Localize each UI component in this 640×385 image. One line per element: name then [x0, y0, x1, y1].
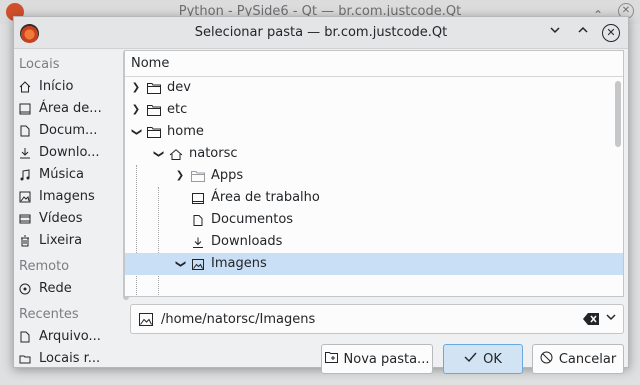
tree-row-label: Apps	[211, 168, 244, 183]
chevron-down-icon[interactable]	[605, 311, 617, 326]
cancel-button[interactable]: Cancelar	[532, 344, 624, 374]
image-icon	[19, 191, 31, 203]
image-icon	[139, 312, 153, 326]
folder-icon	[147, 82, 161, 94]
tree-row-area-de-trabalho[interactable]: Área de trabalho	[125, 187, 623, 209]
tree-row-etc[interactable]: ❯ etc	[125, 99, 623, 121]
desktop-icon	[192, 192, 204, 204]
path-combobox[interactable]	[130, 304, 624, 334]
tree-row-label: Documentos	[211, 212, 294, 227]
tree-row-documentos[interactable]: Documentos	[125, 209, 623, 231]
chevron-down-icon[interactable]: ❯	[147, 147, 169, 161]
dialog-title: Selecionar pasta — br.com.justcode.Qt	[194, 25, 448, 40]
sidebar-item-label: Rede	[39, 281, 72, 296]
clear-text-icon[interactable]	[583, 313, 599, 325]
tree-row-label: natorsc	[189, 146, 238, 161]
dialog-titlebar: Selecionar pasta — br.com.justcode.Qt ✕	[14, 17, 628, 49]
chevron-down-icon[interactable]: ❯	[169, 257, 191, 271]
sidebar-item-label: Lixeira	[39, 233, 83, 248]
tree-scrollbar-thumb[interactable]	[615, 81, 621, 147]
sidebar-item-label: Início	[39, 79, 74, 94]
sidebar-item-videos[interactable]: Vídeos	[19, 208, 122, 230]
sidebar-item-arquivos-recentes[interactable]: Arquivo...	[19, 326, 122, 348]
documents-icon	[19, 125, 31, 137]
sidebar-item-documentos[interactable]: Docum...	[19, 120, 122, 142]
ok-label: OK	[483, 351, 502, 367]
cancel-label: Cancelar	[558, 351, 617, 367]
tree-row-label: etc	[167, 102, 188, 117]
tree-row-label: Downloads	[211, 234, 283, 249]
sidebar-item-downloads[interactable]: Downlo...	[19, 142, 122, 164]
music-icon	[19, 169, 31, 181]
sidebar-section-remoto: Remoto	[19, 259, 70, 274]
sidebar-section-locais: Locais	[19, 57, 60, 72]
folder-tree: Nome ❯ dev ❯ etc ❯ home ❯ natorsc ❯ Apps	[124, 50, 624, 297]
sidebar-item-locais-recentes[interactable]: Locais r...	[19, 348, 122, 368]
sidebar-item-label: Imagens	[39, 189, 95, 204]
image-icon	[192, 258, 204, 270]
column-header-nome[interactable]: Nome	[125, 51, 623, 77]
chevron-up-icon	[578, 26, 588, 33]
path-input[interactable]	[161, 311, 561, 327]
tree-row-apps[interactable]: ❯ Apps	[125, 165, 623, 187]
folder-icon	[147, 126, 161, 138]
desktop-icon	[19, 103, 31, 115]
sidebar-section-recentes: Recentes	[19, 307, 79, 322]
sidebar-item-rede[interactable]: Rede	[19, 278, 122, 300]
tree-row-home[interactable]: ❯ home	[125, 121, 623, 143]
tree-row-imagens[interactable]: ❯ Imagens	[125, 253, 623, 275]
chevron-right-icon[interactable]: ❯	[173, 165, 187, 187]
checkmark-icon	[464, 351, 477, 367]
tree-row-label: dev	[167, 80, 191, 95]
trash-icon	[19, 235, 31, 247]
select-folder-dialog: Selecionar pasta — br.com.justcode.Qt ✕ …	[13, 16, 629, 374]
close-button[interactable]: ✕	[602, 24, 620, 42]
sidebar-item-musica[interactable]: Música	[19, 164, 122, 186]
maximize-button[interactable]	[574, 24, 592, 42]
sidebar-item-label: Vídeos	[39, 211, 83, 226]
tree-row-dev[interactable]: ❯ dev	[125, 77, 623, 99]
recent-file-icon	[19, 331, 31, 343]
sidebar-item-label: Downlo...	[39, 145, 100, 160]
recent-location-icon	[19, 353, 31, 365]
cancel-icon	[540, 351, 553, 368]
chevron-right-icon[interactable]: ❯	[129, 99, 143, 121]
new-folder-label: Nova pasta...	[343, 351, 430, 367]
sidebar-item-imagens[interactable]: Imagens	[19, 186, 122, 208]
chevron-down-icon	[550, 27, 560, 34]
new-folder-button[interactable]: Nova pasta...	[321, 344, 433, 374]
sidebar-item-area-de-trabalho[interactable]: Área de...	[19, 98, 122, 120]
ok-button[interactable]: OK	[443, 344, 523, 374]
tree-row-natorsc[interactable]: ❯ natorsc	[125, 143, 623, 165]
tree-row-label: home	[167, 124, 204, 139]
home-icon	[19, 81, 31, 93]
sidebar-item-label: Área de...	[39, 101, 102, 116]
minimize-button[interactable]	[546, 24, 564, 42]
video-icon	[19, 213, 31, 225]
download-icon	[193, 237, 203, 248]
tree-row-label: Imagens	[211, 256, 267, 271]
network-icon	[19, 283, 31, 295]
sidebar-item-label: Música	[39, 167, 84, 182]
sidebar-item-label: Docum...	[39, 123, 98, 138]
home-icon	[169, 148, 183, 160]
chevron-right-icon[interactable]: ❯	[129, 77, 143, 99]
sidebar-item-inicio[interactable]: Início	[19, 76, 122, 98]
tree-row-label: Área de trabalho	[211, 190, 320, 205]
sidebar-item-lixeira[interactable]: Lixeira	[19, 230, 122, 252]
download-icon	[19, 147, 31, 159]
places-sidebar: Locais Início Área de... Docum... Downlo…	[14, 50, 122, 368]
sidebar-item-label: Arquivo...	[39, 329, 101, 344]
chevron-down-icon[interactable]: ❯	[125, 125, 147, 139]
documents-icon	[193, 214, 203, 226]
new-folder-icon	[324, 351, 338, 367]
folder-icon	[147, 104, 161, 116]
tree-row-downloads[interactable]: Downloads	[125, 231, 623, 253]
sidebar-item-label: Locais r...	[39, 351, 101, 366]
folder-icon	[191, 170, 205, 182]
close-icon: ✕	[606, 26, 616, 39]
